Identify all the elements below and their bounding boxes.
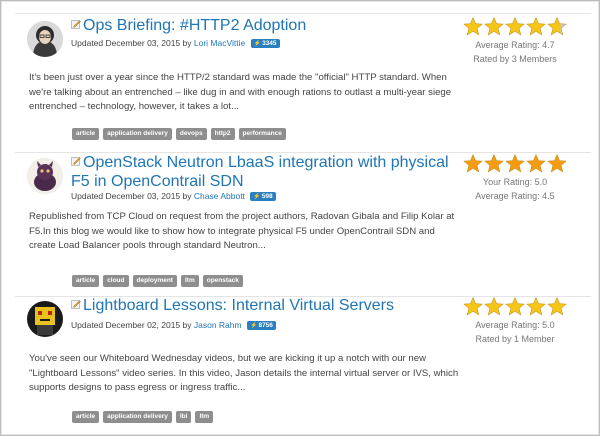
average-rating-text: Average Rating: 5.0: [475, 320, 555, 330]
tag[interactable]: ltm: [195, 411, 214, 423]
star-icon[interactable]: [526, 296, 546, 317]
author-link[interactable]: Jason Rahm: [194, 320, 242, 330]
author-avatar[interactable]: [27, 158, 63, 194]
tag-list: article application delivery devops http…: [72, 128, 286, 140]
edit-icon: [71, 296, 81, 309]
tag[interactable]: application delivery: [103, 128, 172, 140]
article-excerpt: You've seen our Whiteboard Wednesday vid…: [29, 353, 459, 393]
star-rating[interactable]: [455, 16, 575, 38]
bolt-icon: ⚡: [253, 41, 262, 47]
your-rating-text: Your Rating: 5.0: [482, 177, 548, 187]
average-rating-text: Average Rating: 4.7: [475, 40, 555, 50]
star-icon[interactable]: [463, 153, 483, 174]
star-rating[interactable]: [455, 153, 575, 175]
star-icon[interactable]: [526, 153, 546, 174]
star-icon[interactable]: [505, 16, 525, 37]
star-rating[interactable]: [455, 296, 575, 318]
tag[interactable]: lbl: [175, 411, 192, 423]
star-icon[interactable]: [547, 296, 567, 317]
updated-text: Updated December 02, 2015 by: [71, 320, 192, 330]
star-icon[interactable]: [484, 153, 504, 174]
author-link[interactable]: Chase Abbott: [194, 191, 245, 201]
article-meta: Updated December 02, 2015 by Jason Rahm …: [71, 320, 276, 330]
points-badge: ⚡8756: [246, 321, 276, 330]
tag[interactable]: application delivery: [103, 411, 172, 423]
points-badge: ⚡598: [250, 192, 276, 201]
tag[interactable]: devops: [175, 128, 207, 140]
tag[interactable]: article: [72, 275, 100, 287]
updated-text: Updated December 03, 2015 by: [71, 191, 192, 201]
author-avatar[interactable]: [27, 301, 63, 337]
star-icon[interactable]: [484, 296, 504, 317]
tag[interactable]: cloud: [103, 275, 129, 287]
rating-widget: Your Rating: 5.0 Average Rating: 4.5: [455, 153, 575, 203]
author-link[interactable]: Lori MacVittie: [194, 38, 245, 48]
article-title-row: OpenStack Neutron LbaaS integration with…: [71, 153, 451, 191]
article-title-link[interactable]: Lightboard Lessons: Internal Virtual Ser…: [83, 297, 394, 314]
star-icon[interactable]: [505, 153, 525, 174]
tag[interactable]: performance: [238, 128, 286, 140]
points-value: 3345: [262, 40, 277, 47]
bolt-icon: ⚡: [253, 194, 261, 200]
star-icon[interactable]: [484, 16, 504, 37]
star-icon[interactable]: [463, 296, 483, 317]
tag[interactable]: http2: [210, 128, 235, 140]
avatar-image: [27, 21, 63, 57]
star-icon[interactable]: [463, 16, 483, 37]
edit-icon: [71, 153, 81, 166]
star-icon[interactable]: [547, 16, 567, 37]
rated-by-text: Rated by 1 Member: [475, 334, 555, 344]
edit-icon: [71, 16, 81, 29]
article-title-link[interactable]: Ops Briefing: #HTTP2 Adoption: [83, 17, 306, 34]
tag[interactable]: openstack: [202, 275, 243, 287]
article-title-link[interactable]: OpenStack Neutron LbaaS integration with…: [71, 154, 449, 190]
tag[interactable]: article: [72, 128, 100, 140]
article-title-row: Lightboard Lessons: Internal Virtual Ser…: [71, 296, 451, 315]
article-title-row: Ops Briefing: #HTTP2 Adoption: [71, 16, 451, 35]
tag[interactable]: article: [72, 411, 100, 423]
rating-widget: Average Rating: 5.0 Rated by 1 Member: [455, 296, 575, 346]
article-card: Lightboard Lessons: Internal Virtual Ser…: [15, 294, 591, 430]
article-excerpt: Republished from TCP Cloud on request fr…: [29, 211, 455, 251]
points-value: 8756: [258, 322, 273, 329]
avatar-image: [27, 301, 63, 337]
article-list-panel: Ops Briefing: #HTTP2 Adoption Updated De…: [0, 0, 600, 436]
points-value: 598: [261, 193, 273, 200]
tag[interactable]: ltm: [180, 275, 199, 287]
article-meta: Updated December 03, 2015 by Chase Abbot…: [71, 191, 276, 201]
average-rating-text: Average Rating: 4.5: [475, 191, 555, 201]
updated-text: Updated December 03, 2015 by: [71, 38, 192, 48]
article-meta: Updated December 03, 2015 by Lori MacVit…: [71, 38, 280, 48]
article-card: Ops Briefing: #HTTP2 Adoption Updated De…: [15, 11, 591, 149]
tag[interactable]: deployment: [132, 275, 177, 287]
article-card: OpenStack Neutron LbaaS integration with…: [15, 151, 591, 289]
author-avatar[interactable]: [27, 21, 63, 57]
star-icon[interactable]: [547, 153, 567, 174]
rating-widget: Average Rating: 4.7 Rated by 3 Members: [455, 16, 575, 66]
star-icon[interactable]: [505, 296, 525, 317]
star-icon[interactable]: [526, 16, 546, 37]
tag-list: article application delivery lbl ltm: [72, 411, 214, 423]
article-excerpt: It's been just over a year since the HTT…: [29, 72, 452, 112]
bolt-icon: ⚡: [249, 323, 258, 329]
avatar-image: [27, 158, 63, 194]
tag-list: article cloud deployment ltm openstack: [72, 275, 243, 287]
points-badge: ⚡3345: [250, 39, 280, 48]
rated-by-text: Rated by 3 Members: [473, 54, 557, 64]
